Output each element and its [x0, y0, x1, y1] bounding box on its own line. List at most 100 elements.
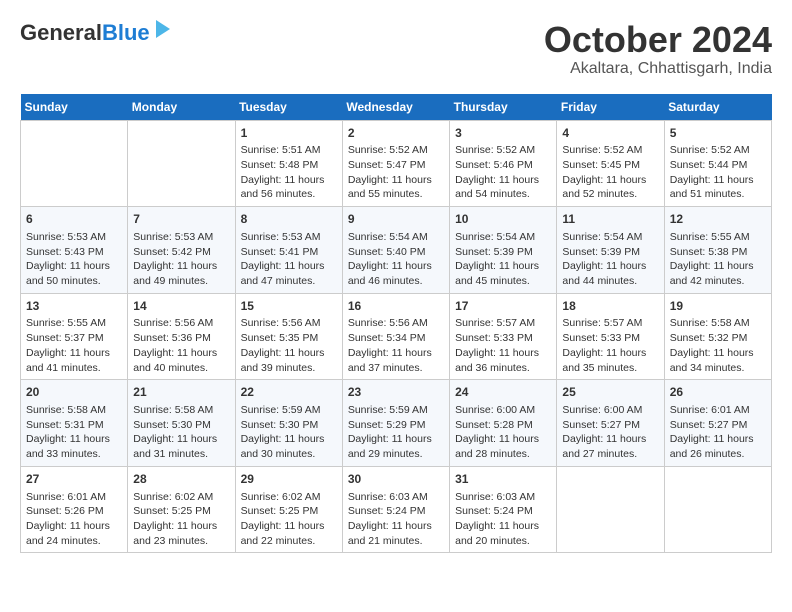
- cell-info: Sunrise: 5:55 AM: [26, 316, 122, 331]
- cell-info: Sunrise: 5:52 AM: [455, 143, 551, 158]
- calendar-cell: 15Sunrise: 5:56 AMSunset: 5:35 PMDayligh…: [235, 293, 342, 380]
- page-title: October 2024: [544, 20, 772, 60]
- logo-arrow-icon: [156, 20, 170, 38]
- day-number: 4: [562, 125, 658, 142]
- calendar-cell: 3Sunrise: 5:52 AMSunset: 5:46 PMDaylight…: [450, 120, 557, 207]
- calendar-cell: 20Sunrise: 5:58 AMSunset: 5:31 PMDayligh…: [21, 380, 128, 467]
- calendar-cell: 28Sunrise: 6:02 AMSunset: 5:25 PMDayligh…: [128, 466, 235, 553]
- cell-info: Sunrise: 5:53 AM: [26, 230, 122, 245]
- calendar-cell: 6Sunrise: 5:53 AMSunset: 5:43 PMDaylight…: [21, 207, 128, 294]
- cell-info: Sunset: 5:43 PM: [26, 245, 122, 260]
- cell-info: Sunset: 5:29 PM: [348, 418, 444, 433]
- day-number: 24: [455, 384, 551, 401]
- calendar-cell: 24Sunrise: 6:00 AMSunset: 5:28 PMDayligh…: [450, 380, 557, 467]
- day-number: 26: [670, 384, 766, 401]
- calendar-cell: 21Sunrise: 5:58 AMSunset: 5:30 PMDayligh…: [128, 380, 235, 467]
- day-number: 31: [455, 471, 551, 488]
- cell-info: Sunset: 5:39 PM: [562, 245, 658, 260]
- calendar-cell: 11 Sunrise: 5:54 AMSunset: 5:39 PMDayligh…: [557, 207, 664, 294]
- calendar-cell: 2Sunrise: 5:52 AMSunset: 5:47 PMDaylight…: [342, 120, 449, 207]
- cell-info: Sunset: 5:25 PM: [241, 504, 337, 519]
- cell-info: Sunrise: 5:52 AM: [348, 143, 444, 158]
- logo-blue: Blue: [102, 20, 150, 45]
- cell-info: Sunrise: 5:58 AM: [670, 316, 766, 331]
- cell-info: Daylight: 11 hours and 20 minutes.: [455, 519, 551, 548]
- day-number: 19: [670, 298, 766, 315]
- cell-info: Sunrise: 6:00 AM: [455, 403, 551, 418]
- cell-info: Daylight: 11 hours and 30 minutes.: [241, 432, 337, 461]
- cell-info: Sunrise: 5:58 AM: [26, 403, 122, 418]
- cell-info: Sunset: 5:44 PM: [670, 158, 766, 173]
- day-number: 27: [26, 471, 122, 488]
- cell-info: Sunrise: 5:54 AM: [455, 230, 551, 245]
- cell-info: Daylight: 11 hours and 44 minutes.: [562, 259, 658, 288]
- cell-info: Daylight: 11 hours and 41 minutes.: [26, 346, 122, 375]
- header-wednesday: Wednesday: [342, 94, 449, 121]
- cell-info: Daylight: 11 hours and 26 minutes.: [670, 432, 766, 461]
- cell-info: Sunrise: 5:55 AM: [670, 230, 766, 245]
- calendar-header-row: SundayMondayTuesdayWednesdayThursdayFrid…: [21, 94, 772, 121]
- cell-info: Sunrise: 5:59 AM: [348, 403, 444, 418]
- cell-info: Sunset: 5:30 PM: [133, 418, 229, 433]
- day-number: 8: [241, 211, 337, 228]
- cell-info: Daylight: 11 hours and 24 minutes.: [26, 519, 122, 548]
- calendar-cell: 13Sunrise: 5:55 AMSunset: 5:37 PMDayligh…: [21, 293, 128, 380]
- week-row-2: 6Sunrise: 5:53 AMSunset: 5:43 PMDaylight…: [21, 207, 772, 294]
- day-number: 29: [241, 471, 337, 488]
- calendar-cell: 14Sunrise: 5:56 AMSunset: 5:36 PMDayligh…: [128, 293, 235, 380]
- calendar-cell: 29 Sunrise: 6:02 AMSunset: 5:25 PMDayligh…: [235, 466, 342, 553]
- calendar-cell: 23Sunrise: 5:59 AMSunset: 5:29 PMDayligh…: [342, 380, 449, 467]
- cell-info: Sunrise: 6:02 AM: [241, 490, 337, 505]
- cell-info: Daylight: 11 hours and 55 minutes.: [348, 173, 444, 202]
- cell-info: Sunrise: 6:03 AM: [348, 490, 444, 505]
- cell-info: Sunset: 5:38 PM: [670, 245, 766, 260]
- page-subtitle: Akaltara, Chhattisgarh, India: [544, 60, 772, 78]
- cell-info: Daylight: 11 hours and 22 minutes.: [241, 519, 337, 548]
- day-number: 11: [562, 211, 658, 228]
- cell-info: Daylight: 11 hours and 37 minutes.: [348, 346, 444, 375]
- cell-info: Sunrise: 6:00 AM: [562, 403, 658, 418]
- week-row-1: 1Sunrise: 5:51 AMSunset: 5:48 PMDaylight…: [21, 120, 772, 207]
- cell-info: Daylight: 11 hours and 36 minutes.: [455, 346, 551, 375]
- day-number: 15: [241, 298, 337, 315]
- week-row-5: 27Sunrise: 6:01 AMSunset: 5:26 PMDayligh…: [21, 466, 772, 553]
- cell-info: Daylight: 11 hours and 39 minutes.: [241, 346, 337, 375]
- cell-info: Sunset: 5:27 PM: [670, 418, 766, 433]
- cell-info: Sunrise: 6:02 AM: [133, 490, 229, 505]
- cell-info: Daylight: 11 hours and 42 minutes.: [670, 259, 766, 288]
- cell-info: Sunset: 5:36 PM: [133, 331, 229, 346]
- calendar-cell: 31Sunrise: 6:03 AMSunset: 5:24 PMDayligh…: [450, 466, 557, 553]
- day-number: 12: [670, 211, 766, 228]
- cell-info: Sunset: 5:32 PM: [670, 331, 766, 346]
- cell-info: Sunrise: 5:54 AM: [562, 230, 658, 245]
- cell-info: Daylight: 11 hours and 40 minutes.: [133, 346, 229, 375]
- day-number: 5: [670, 125, 766, 142]
- cell-info: Sunrise: 5:56 AM: [241, 316, 337, 331]
- cell-info: Sunset: 5:26 PM: [26, 504, 122, 519]
- cell-info: Sunrise: 5:53 AM: [241, 230, 337, 245]
- calendar-cell: 17Sunrise: 5:57 AMSunset: 5:33 PMDayligh…: [450, 293, 557, 380]
- cell-info: Sunrise: 5:56 AM: [133, 316, 229, 331]
- day-number: 28: [133, 471, 229, 488]
- calendar-cell: 9Sunrise: 5:54 AMSunset: 5:40 PMDaylight…: [342, 207, 449, 294]
- cell-info: Daylight: 11 hours and 51 minutes.: [670, 173, 766, 202]
- cell-info: Daylight: 11 hours and 52 minutes.: [562, 173, 658, 202]
- cell-info: Sunset: 5:24 PM: [455, 504, 551, 519]
- cell-info: Sunset: 5:34 PM: [348, 331, 444, 346]
- cell-info: Sunset: 5:30 PM: [241, 418, 337, 433]
- calendar-cell: 10Sunrise: 5:54 AMSunset: 5:39 PMDayligh…: [450, 207, 557, 294]
- logo-general: General: [20, 20, 102, 45]
- calendar-cell: 27Sunrise: 6:01 AMSunset: 5:26 PMDayligh…: [21, 466, 128, 553]
- cell-info: Sunrise: 5:53 AM: [133, 230, 229, 245]
- calendar-cell: 18Sunrise: 5:57 AMSunset: 5:33 PMDayligh…: [557, 293, 664, 380]
- header-saturday: Saturday: [664, 94, 771, 121]
- cell-info: Daylight: 11 hours and 31 minutes.: [133, 432, 229, 461]
- cell-info: Daylight: 11 hours and 50 minutes.: [26, 259, 122, 288]
- calendar-table: SundayMondayTuesdayWednesdayThursdayFrid…: [20, 94, 772, 554]
- day-number: 30: [348, 471, 444, 488]
- day-number: 20: [26, 384, 122, 401]
- cell-info: Sunset: 5:47 PM: [348, 158, 444, 173]
- day-number: 13: [26, 298, 122, 315]
- cell-info: Sunset: 5:33 PM: [455, 331, 551, 346]
- day-number: 7: [133, 211, 229, 228]
